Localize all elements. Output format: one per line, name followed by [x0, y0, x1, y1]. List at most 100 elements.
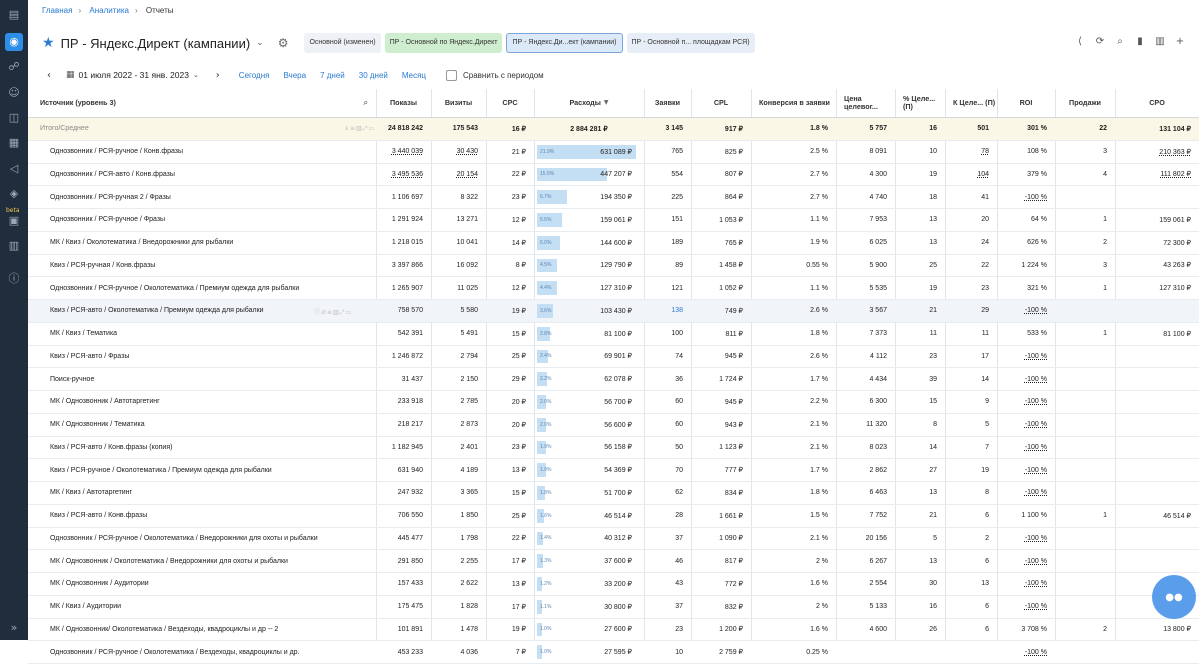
prev-period-icon[interactable]: ‹ [42, 70, 56, 81]
row-actions-icon[interactable]: ↓≡▥⤢▭ [344, 125, 375, 133]
column-header-sales[interactable]: Продажи [1055, 89, 1115, 117]
table-row[interactable]: Однозвонник / РСЯ-ручная 2 / Фразы 1 106 … [28, 186, 1199, 209]
analytics-icon[interactable]: ◉ [5, 33, 23, 51]
column-header-pct-target[interactable]: % Целе... (П) [895, 89, 945, 117]
info-icon[interactable]: ⓘ [5, 270, 23, 288]
table-row[interactable]: Квиз / РСЯ-ручное / Околотематика / Прем… [28, 459, 1199, 482]
layers-icon[interactable]: ◈ [5, 185, 23, 203]
quick-yesterday[interactable]: Вчера [283, 71, 306, 80]
cart-icon[interactable]: ◫ [5, 109, 23, 127]
cell-conversion: 1.7 % [810, 466, 828, 474]
refresh-icon[interactable]: ⟳ [1093, 36, 1107, 47]
cell-conversion: 1.6 % [810, 580, 828, 588]
cell-target-price: 6 300 [869, 398, 887, 406]
table-row[interactable]: Квиз / РСЯ-авто / Фразы 1 246 872 2 794 25 … [28, 346, 1199, 369]
column-header-source[interactable]: Источник (уровень 3) ⌕ [28, 89, 376, 117]
table-row[interactable]: МК / Однозвонник / Автотаргетинг 233 918 2… [28, 391, 1199, 414]
cell-conversion: 2.2 % [810, 398, 828, 406]
column-header-visits[interactable]: Визиты [431, 89, 486, 117]
table-row[interactable]: МК / Однозвонник/ Околотематика / Вездех… [28, 619, 1199, 642]
column-header-label: Продажи [1069, 98, 1101, 107]
expand-icon[interactable]: » [5, 619, 23, 637]
cell-leads[interactable]: 138 [644, 300, 691, 322]
table-row[interactable]: Квиз / РСЯ-авто / Конв.фразы (копия) 1 18… [28, 437, 1199, 460]
quick-7days[interactable]: 7 дней [320, 71, 345, 80]
structure-icon[interactable]: ☍ [5, 58, 23, 76]
table-row[interactable]: Однозвонник / РСЯ-ручное / Околотематика… [28, 277, 1199, 300]
spend-value: 144 600 ₽ [600, 239, 632, 247]
table-row[interactable]: Однозвонник / РСЯ-ручное / Фразы 1 291 92… [28, 209, 1199, 232]
share-icon[interactable]: ⟨ [1073, 36, 1087, 47]
quick-month[interactable]: Месяц [402, 71, 426, 80]
breadcrumb-home[interactable]: Главная [42, 6, 72, 15]
cell-k-target: 78 [981, 148, 989, 156]
report-tag[interactable]: ПР - Основной п... площадкам РСЯ) [626, 33, 755, 53]
gear-icon[interactable]: ⚙ [278, 36, 289, 50]
table-row[interactable]: МК / Однозвонник / Аудитории 157 433 2 622… [28, 573, 1199, 596]
date-range[interactable]: 01 июля 2022 - 31 янв. 2023 [79, 70, 189, 80]
cell-cpl: 2 759 ₽ [719, 649, 743, 657]
table-row[interactable]: Квиз / РСЯ-ручная / Конв.фразы 3 397 866 1… [28, 255, 1199, 278]
chart-icon[interactable]: ▮ [1133, 36, 1147, 47]
column-header-target-price[interactable]: Цена целевог... [836, 89, 895, 117]
dashboard-icon[interactable]: ▤ [5, 6, 23, 24]
table-row[interactable]: Однозвонник / РСЯ-ручное / Околотематика… [28, 528, 1199, 551]
table-row[interactable]: МК / Квиз / Тематика 542 391 5 491 15 ₽ 2.8%… [28, 323, 1199, 346]
next-period-icon[interactable]: › [211, 70, 225, 81]
cell-impressions: 3 440 039 [391, 148, 423, 156]
megaphone-icon[interactable]: ◁ [5, 160, 23, 178]
column-header-leads[interactable]: Заявки [644, 89, 691, 117]
beta-feature-icon[interactable]: ▣ [5, 212, 23, 230]
spend-bar-container: 6.7% 194 350 ₽ [537, 190, 636, 204]
spend-bar-container: 1.0% 27 595 ₽ [537, 645, 636, 659]
chevron-down-icon[interactable]: ⌄ [193, 71, 199, 79]
add-icon[interactable]: + [1173, 36, 1187, 47]
table-row[interactable]: МК / Однозвонник / Тематика 218 217 2 873 2… [28, 414, 1199, 437]
favorite-star-icon[interactable]: ★ [42, 35, 55, 51]
table-row[interactable]: МК / Квиз / Автотаргетинг 247 932 3 365 15 … [28, 482, 1199, 505]
cell-k-target: 8 [985, 489, 989, 497]
chat-widget-button[interactable]: ●● [1152, 575, 1196, 619]
breadcrumb-analytics[interactable]: Аналитика [89, 6, 129, 15]
table-row[interactable]: МК / Квиз / Околотематика / Внедорожники… [28, 232, 1199, 255]
column-header-roi[interactable]: ROI [997, 89, 1055, 117]
column-header-conversion[interactable]: Конверсия в заявки [751, 89, 836, 117]
column-header-cpl[interactable]: CPL [691, 89, 751, 117]
table-icon[interactable]: ▥ [5, 237, 23, 255]
quick-30days[interactable]: 30 дней [359, 71, 388, 80]
report-tag[interactable]: ПР - Основной по Яндекс.Директ [384, 33, 503, 53]
column-header-spend[interactable]: Расходы ▼ [534, 89, 644, 117]
column-header-cpo[interactable]: CPO [1115, 89, 1199, 117]
report-tag-active[interactable]: ПР - Яндекс.Ди...ект (кампании) [506, 33, 623, 53]
table-row[interactable]: Квиз / РСЯ-авто / Околотематика / Премиу… [28, 300, 1199, 323]
people-icon[interactable]: ☺ [5, 84, 23, 102]
columns-icon[interactable]: ▥ [1153, 36, 1167, 47]
column-header-k-target[interactable]: К Целе... (П) [945, 89, 997, 117]
cell-cpc: 21 ₽ [511, 148, 526, 156]
table-row[interactable]: Однозвонник / РСЯ-ручное / Околотематика… [28, 641, 1199, 664]
compare-checkbox[interactable] [446, 69, 457, 81]
row-actions-icon[interactable]: ⓘ⊘≡▥⤢▭ [314, 307, 352, 317]
calendar-icon[interactable]: ▦ [66, 70, 75, 80]
table-row[interactable]: Однозвонник / РСЯ-авто / Конв.фразы 3 495… [28, 164, 1199, 187]
cell-pct-target: 26 [929, 625, 937, 633]
quick-today[interactable]: Сегодня [239, 71, 270, 80]
column-header-cpc[interactable]: CPC [486, 89, 534, 117]
table-row[interactable]: Квиз / РСЯ-авто / Конв.фразы 706 550 1 850… [28, 505, 1199, 528]
search-icon[interactable]: ⌕ [1113, 36, 1127, 47]
report-tag[interactable]: Основной (изменен) [304, 33, 381, 53]
cell-cpc: 29 ₽ [511, 376, 526, 384]
calendar-icon[interactable]: ▦ [5, 134, 23, 152]
table-row[interactable]: МК / Однозвонник / Околотематика / Внедо… [28, 550, 1199, 573]
sort-desc-icon[interactable]: ▼ [604, 99, 609, 107]
compare-toggle[interactable]: Сравнить с периодом [446, 69, 544, 81]
table-row[interactable]: Однозвонник / РСЯ-ручное / Конв.фразы 3 4… [28, 141, 1199, 164]
report-title[interactable]: ПР - Яндекс.Директ (кампании) [61, 36, 251, 51]
cell-cpc: 19 ₽ [511, 307, 526, 315]
cell-k-target: 41 [981, 193, 989, 201]
column-header-impressions[interactable]: Показы [376, 89, 431, 117]
search-icon[interactable]: ⌕ [364, 99, 368, 107]
chevron-down-icon[interactable]: ⌄ [256, 38, 264, 48]
table-row[interactable]: МК / Квиз / Аудитории 175 475 1 828 17 ₽ 1.1… [28, 596, 1199, 619]
table-row[interactable]: Поиск-ручное 31 437 2 150 29 ₽ 2.2% 62 078 ₽ 3… [28, 368, 1199, 391]
